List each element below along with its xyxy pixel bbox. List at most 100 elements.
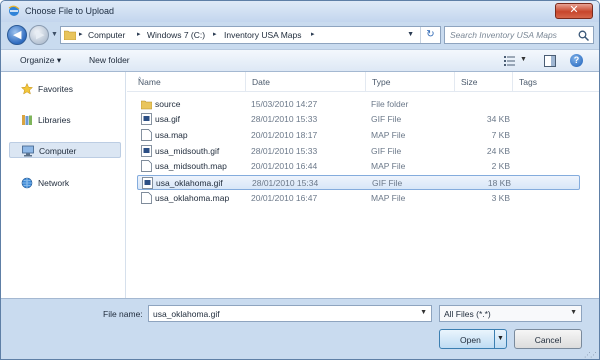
- file-size: 18 KB: [487, 178, 511, 188]
- document-icon: [141, 192, 152, 204]
- forward-button[interactable]: ▶: [29, 25, 49, 45]
- nav-item-network[interactable]: Network: [21, 175, 121, 191]
- cancel-button[interactable]: Cancel: [514, 329, 582, 349]
- navigation-pane: Favorites Libraries Computer Network: [1, 72, 126, 298]
- file-date: 20/01/2010 16:47: [251, 193, 318, 203]
- document-icon: [141, 129, 152, 141]
- folder-icon: [64, 30, 76, 40]
- nav-label: Favorites: [38, 84, 73, 94]
- image-file-icon: [141, 113, 152, 125]
- column-header-date[interactable]: Date: [246, 72, 366, 91]
- file-name: usa_oklahoma.map: [155, 193, 230, 203]
- column-header-type[interactable]: Type: [366, 72, 455, 91]
- nav-label: Libraries: [38, 115, 71, 125]
- filter-dropdown-icon[interactable]: ▼: [570, 309, 577, 316]
- file-name-dropdown-icon[interactable]: ▼: [420, 309, 427, 316]
- cancel-label: Cancel: [534, 335, 562, 345]
- view-options-icon[interactable]: [504, 55, 515, 66]
- image-file-icon: [141, 145, 152, 157]
- breadcrumb-drive[interactable]: Windows 7 (C:): [147, 30, 205, 40]
- file-size: 34 KB: [486, 114, 510, 124]
- command-toolbar: Organize ▾ New folder ▼ ?: [1, 49, 599, 72]
- file-row[interactable]: usa.map 20/01/2010 18:17 MAP File 7 KB: [137, 128, 580, 143]
- breadcrumb-folder[interactable]: Inventory USA Maps: [224, 30, 301, 40]
- nav-item-computer[interactable]: Computer: [9, 142, 121, 158]
- file-name-input[interactable]: usa_oklahoma.gif ▼: [148, 305, 432, 322]
- recent-locations-dropdown-icon[interactable]: ▼: [51, 31, 58, 38]
- breadcrumb-computer[interactable]: Computer: [88, 30, 125, 40]
- address-bar[interactable]: ▸ Computer ▸ Windows 7 (C:) ▸ Inventory …: [60, 26, 441, 44]
- library-icon: [22, 115, 32, 125]
- breadcrumb-separator-icon[interactable]: ▸: [137, 30, 141, 38]
- file-upload-dialog: Choose File to Upload ✕ ◀ ▶ ▼ ▸ Computer…: [0, 0, 600, 360]
- forward-arrow-icon: ▶: [36, 29, 45, 41]
- refresh-icon[interactable]: ↻: [420, 27, 440, 43]
- file-size: 3 KB: [491, 193, 510, 203]
- file-type: GIF File: [371, 146, 402, 156]
- preview-pane-icon[interactable]: [544, 55, 556, 67]
- organize-button[interactable]: Organize ▾: [20, 55, 61, 66]
- file-date: 28/01/2010 15:33: [251, 114, 318, 124]
- back-arrow-icon: ◀: [13, 29, 22, 41]
- file-name: usa_oklahoma.gif: [156, 178, 223, 188]
- network-icon: [21, 177, 33, 189]
- file-type: MAP File: [371, 130, 406, 140]
- open-options-dropdown-icon[interactable]: ▼: [494, 330, 506, 348]
- view-dropdown-icon[interactable]: ▼: [520, 56, 527, 63]
- file-type: MAP File: [371, 161, 406, 171]
- column-header-size[interactable]: Size: [455, 72, 513, 91]
- navigation-row: ◀ ▶ ▼ ▸ Computer ▸ Windows 7 (C:) ▸ Inve…: [1, 22, 599, 49]
- file-date: 20/01/2010 16:44: [251, 161, 318, 171]
- title-bar: Choose File to Upload ✕: [1, 1, 599, 22]
- file-row[interactable]: usa_oklahoma.map 20/01/2010 16:47 MAP Fi…: [137, 191, 580, 206]
- file-date: 28/01/2010 15:34: [252, 178, 319, 188]
- file-name-label: File name:: [103, 309, 143, 319]
- new-folder-button[interactable]: New folder: [89, 55, 130, 65]
- nav-item-libraries[interactable]: Libraries: [21, 112, 121, 128]
- breadcrumb-separator-icon[interactable]: ▸: [311, 30, 315, 38]
- file-row-selected[interactable]: usa_oklahoma.gif 28/01/2010 15:34 GIF Fi…: [137, 175, 580, 190]
- file-name: usa_midsouth.gif: [155, 146, 220, 156]
- dialog-content: Favorites Libraries Computer Network Nam…: [1, 72, 599, 298]
- nav-label: Computer: [39, 146, 77, 156]
- help-icon[interactable]: ?: [570, 54, 583, 67]
- file-type: GIF File: [371, 114, 402, 124]
- file-row[interactable]: usa_midsouth.map 20/01/2010 16:44 MAP Fi…: [137, 159, 580, 174]
- sort-ascending-icon: ^: [138, 77, 142, 84]
- image-file-icon: [142, 177, 153, 189]
- file-type: MAP File: [371, 193, 406, 203]
- close-button[interactable]: ✕: [555, 3, 593, 19]
- search-icon[interactable]: [578, 30, 589, 41]
- file-type-filter-value: All Files (*.*): [444, 309, 491, 319]
- folder-icon: [141, 100, 152, 110]
- document-icon: [141, 160, 152, 172]
- dialog-footer: File name: usa_oklahoma.gif ▼ All Files …: [1, 298, 599, 359]
- file-row[interactable]: usa.gif 28/01/2010 15:33 GIF File 34 KB: [137, 112, 580, 127]
- file-name: usa.map: [155, 130, 188, 140]
- breadcrumb-separator-icon[interactable]: ▸: [79, 30, 83, 38]
- back-button[interactable]: ◀: [7, 25, 27, 45]
- file-name-value: usa_oklahoma.gif: [153, 309, 220, 319]
- file-date: 20/01/2010 18:17: [251, 130, 318, 140]
- file-date: 15/03/2010 14:27: [251, 99, 318, 109]
- column-header-name[interactable]: Name ^: [132, 72, 246, 91]
- file-row[interactable]: source 15/03/2010 14:27 File folder: [137, 97, 580, 112]
- open-button[interactable]: Open ▼: [439, 329, 507, 349]
- file-type-filter-select[interactable]: All Files (*.*) ▼: [439, 305, 582, 322]
- file-row[interactable]: usa_midsouth.gif 28/01/2010 15:33 GIF Fi…: [137, 144, 580, 159]
- file-list: Name ^ Date Type Size Tags source 15/03/…: [127, 72, 599, 298]
- resize-grip-icon[interactable]: ⋰⋰: [584, 351, 597, 359]
- nav-label: Network: [38, 178, 70, 188]
- breadcrumb-separator-icon[interactable]: ▸: [213, 30, 217, 38]
- column-header-tags[interactable]: Tags: [513, 72, 573, 91]
- computer-icon: [22, 145, 34, 157]
- file-name: usa_midsouth.map: [155, 161, 227, 171]
- nav-item-favorites[interactable]: Favorites: [21, 81, 121, 97]
- address-history-dropdown-icon[interactable]: ▼: [407, 31, 414, 38]
- file-name: usa.gif: [155, 114, 181, 124]
- file-type: File folder: [371, 99, 409, 109]
- search-box[interactable]: Search Inventory USA Maps: [444, 26, 594, 44]
- star-icon: [21, 83, 33, 95]
- file-type: GIF File: [372, 178, 403, 188]
- file-name: source: [155, 99, 181, 109]
